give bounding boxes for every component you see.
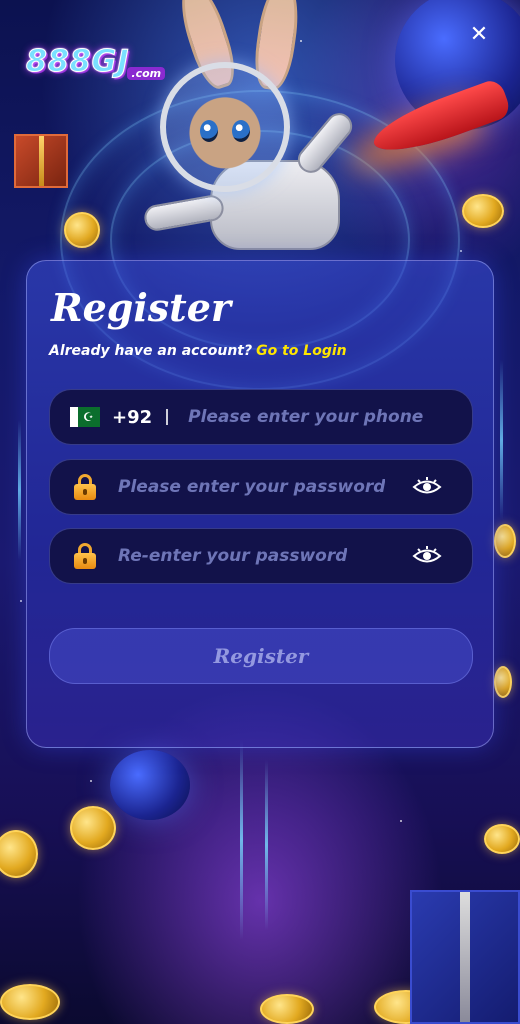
star	[20, 600, 22, 602]
brand-logo: 888GJ .com	[25, 44, 166, 80]
gold-coin	[494, 524, 516, 558]
country-code[interactable]: +92	[112, 407, 152, 428]
phone-input[interactable]: Please enter your phone	[188, 407, 423, 427]
bunny-eye	[200, 120, 218, 142]
logo-text: 888GJ	[25, 44, 130, 80]
login-prompt: Already have an account? Go to Login	[49, 343, 347, 359]
bunny-arm	[292, 107, 358, 179]
confirm-password-field[interactable]: Re-enter your password	[49, 528, 473, 584]
light-beam	[18, 420, 21, 560]
star	[460, 250, 462, 252]
astronaut-bunny	[142, 0, 390, 260]
password-field[interactable]: Please enter your password	[49, 459, 473, 515]
gold-coin	[260, 994, 314, 1024]
gold-coin	[70, 806, 116, 850]
light-beam	[240, 740, 243, 940]
planet	[110, 750, 190, 820]
gold-coin	[64, 212, 100, 248]
divider	[166, 409, 169, 425]
page-title: Register	[51, 285, 231, 330]
close-button[interactable]: ✕	[466, 22, 492, 48]
lock-icon	[72, 474, 98, 500]
go-to-login-link[interactable]: Go to Login	[256, 343, 347, 359]
lock-icon	[72, 543, 98, 569]
gift-box	[410, 890, 520, 1024]
eye-icon[interactable]	[412, 545, 442, 567]
gold-coin	[0, 984, 60, 1020]
gold-coin	[484, 824, 520, 854]
register-button[interactable]: Register	[49, 628, 473, 684]
gold-coin	[0, 830, 38, 878]
register-card: Register Already have an account? Go to L…	[26, 260, 494, 748]
helmet	[160, 62, 290, 192]
logo-suffix: .com	[127, 67, 166, 80]
close-icon: ✕	[469, 22, 489, 47]
password-input[interactable]: Please enter your password	[118, 477, 385, 497]
phone-field[interactable]: ☪ +92 Please enter your phone	[49, 389, 473, 445]
gift-box	[14, 134, 68, 188]
pakistan-flag-icon: ☪	[70, 407, 100, 427]
gold-coin	[494, 666, 512, 698]
star	[400, 820, 402, 822]
bunny-eye	[232, 120, 250, 142]
light-beam	[265, 760, 268, 930]
login-prompt-text: Already have an account?	[49, 343, 253, 359]
confirm-password-input[interactable]: Re-enter your password	[118, 546, 347, 566]
star	[90, 780, 92, 782]
eye-icon[interactable]	[412, 476, 442, 498]
light-beam	[500, 360, 503, 520]
gold-coin	[462, 194, 504, 228]
